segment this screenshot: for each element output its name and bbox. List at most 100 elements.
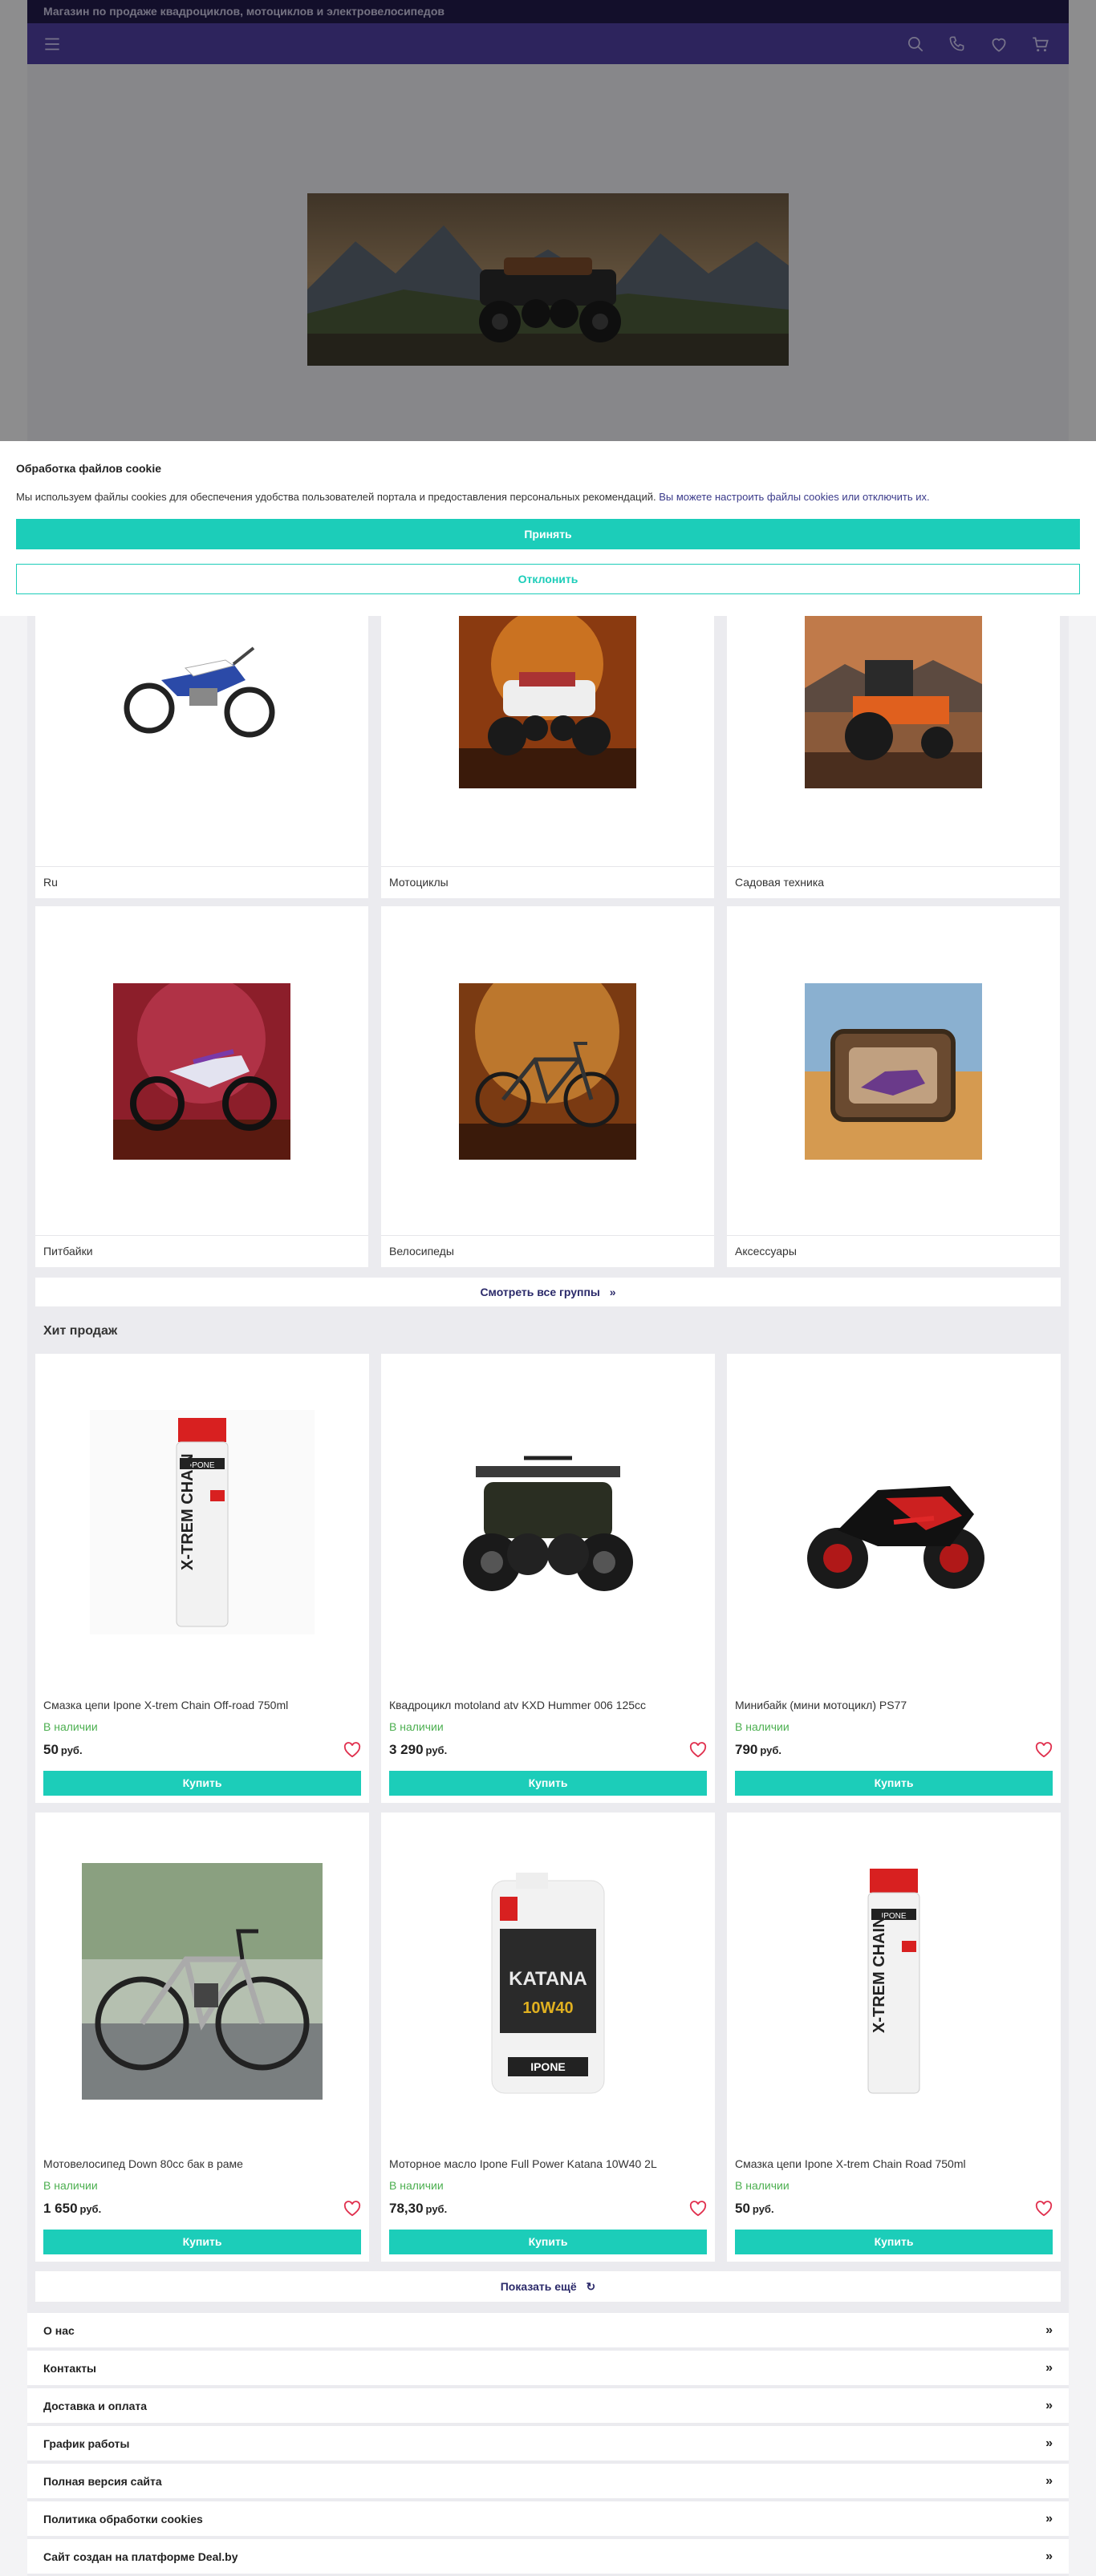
see-all-groups-label: Смотреть все группы — [480, 1286, 600, 1298]
product-price: 790 руб. — [735, 1742, 781, 1758]
price-currency: руб. — [760, 1744, 782, 1756]
category-card[interactable]: Мотоциклы — [381, 616, 714, 898]
category-name: Ru — [35, 866, 368, 898]
cookie-title: Обработка файлов cookie — [16, 462, 162, 475]
price-currency: руб. — [425, 2203, 448, 2215]
favorite-heart-icon[interactable] — [1035, 2201, 1053, 2217]
favorite-heart-icon[interactable] — [343, 1742, 361, 1758]
double-chevron-right-icon: » — [609, 1286, 616, 1298]
footer-link-label: Полная версия сайта — [43, 2475, 162, 2488]
show-more-label: Показать ещё — [500, 2280, 577, 2293]
double-chevron-right-icon: » — [1045, 2512, 1053, 2525]
product-price: 50 руб. — [43, 1742, 83, 1758]
chain-lube-offroad-image: IPONE X-TREM CHAIN — [35, 1354, 369, 1691]
cookie-settings-link[interactable]: Вы можете настроить файлы cookies или от… — [659, 491, 929, 503]
price-value: 50 — [735, 2201, 750, 2216]
buy-button[interactable]: Купить — [735, 2230, 1053, 2254]
price-value: 790 — [735, 1742, 758, 1757]
category-card[interactable]: Велосипеды — [381, 906, 714, 1267]
buy-button[interactable]: Купить — [389, 2230, 707, 2254]
see-all-groups-button[interactable]: Смотреть все группы » — [35, 1278, 1061, 1306]
svg-text:X-TREM CHAIN: X-TREM CHAIN — [871, 1916, 888, 2033]
footer-link-label: Контакты — [43, 2362, 97, 2375]
cookie-overlay — [0, 0, 1096, 441]
category-card[interactable]: Ru — [35, 616, 368, 898]
buy-button[interactable]: Купить — [43, 2230, 361, 2254]
product-card[interactable]: Минибайк (мини мотоцикл) PS77 В наличии … — [727, 1354, 1061, 1803]
footer-link-cookies-policy[interactable]: Политика обработки cookies » — [27, 2501, 1069, 2537]
product-name[interactable]: Минибайк (мини мотоцикл) PS77 — [735, 1699, 907, 1711]
footer-link-label: Сайт создан на платформе Deal.by — [43, 2550, 238, 2563]
footer-link-platform[interactable]: Сайт создан на платформе Deal.by » — [27, 2539, 1069, 2574]
footer-link-delivery[interactable]: Доставка и оплата » — [27, 2388, 1069, 2424]
product-name[interactable]: Смазка цепи Ipone X-trem Chain Road 750m… — [735, 2157, 966, 2170]
svg-text:IPONE: IPONE — [530, 2060, 566, 2073]
stock-status: В наличии — [735, 1720, 790, 1733]
buy-button[interactable]: Купить — [735, 1771, 1053, 1796]
stock-status: В наличии — [43, 2179, 98, 2192]
product-card[interactable]: Квадроцикл motoland atv KXD Hummer 006 1… — [381, 1354, 715, 1803]
footer-link-full-version[interactable]: Полная версия сайта » — [27, 2464, 1069, 2499]
svg-text:X-TREM CHAIN: X-TREM CHAIN — [179, 1453, 197, 1570]
footer-link-label: Политика обработки cookies — [43, 2513, 203, 2525]
favorite-heart-icon[interactable] — [689, 1742, 707, 1758]
price-value: 3 290 — [389, 1742, 424, 1757]
refresh-icon: ↻ — [586, 2280, 596, 2293]
footer-link-label: Доставка и оплата — [43, 2400, 148, 2412]
product-card[interactable]: Мотовелосипед Down 80cc бак в раме В нал… — [35, 1813, 369, 2262]
price-currency: руб. — [60, 1744, 83, 1756]
tractor-image — [805, 616, 982, 788]
footer-link-label: О нас — [43, 2324, 75, 2337]
product-price: 1 650 руб. — [43, 2201, 101, 2217]
buy-button[interactable]: Купить — [43, 1771, 361, 1796]
bicycle-image — [459, 983, 636, 1160]
product-name[interactable]: Смазка цепи Ipone X-trem Chain Off-road … — [43, 1699, 288, 1711]
footer-link-contacts[interactable]: Контакты » — [27, 2351, 1069, 2386]
cookie-description: Мы используем файлы cookies для обеспече… — [16, 491, 656, 503]
price-value: 50 — [43, 1742, 59, 1757]
product-price: 50 руб. — [735, 2201, 774, 2217]
double-chevron-right-icon: » — [1045, 2436, 1053, 2450]
price-currency: руб. — [752, 2203, 774, 2215]
product-name[interactable]: Моторное масло Ipone Full Power Katana 1… — [389, 2157, 657, 2170]
buy-button[interactable]: Купить — [389, 1771, 707, 1796]
category-name: Аксессуары — [727, 1235, 1060, 1267]
cookie-text: Мы используем файлы cookies для обеспече… — [16, 491, 1080, 503]
product-name[interactable]: Мотовелосипед Down 80cc бак в раме — [43, 2157, 243, 2170]
product-price: 3 290 руб. — [389, 1742, 447, 1758]
atv-hummer-image — [381, 1354, 715, 1691]
double-chevron-right-icon: » — [1045, 2361, 1053, 2375]
product-card[interactable]: KATANA 10W40 IPONE Моторное масло Ipone … — [381, 1813, 715, 2262]
show-more-button[interactable]: Показать ещё ↻ — [35, 2271, 1061, 2302]
product-name[interactable]: Квадроцикл motoland atv KXD Hummer 006 1… — [389, 1699, 646, 1711]
price-value: 1 650 — [43, 2201, 78, 2216]
category-name: Питбайки — [35, 1235, 368, 1267]
minibike-image — [727, 1354, 1061, 1691]
favorite-heart-icon[interactable] — [689, 2201, 707, 2217]
footer-link-schedule[interactable]: График работы » — [27, 2426, 1069, 2461]
product-card[interactable]: IPONE X-TREM CHAIN Смазка цепи Ipone X-t… — [35, 1354, 369, 1803]
double-chevron-right-icon: » — [1045, 2474, 1053, 2488]
motorbicycle-image — [35, 1813, 369, 2149]
pitbike-white-image — [113, 616, 290, 792]
favorite-heart-icon[interactable] — [1035, 1742, 1053, 1758]
product-card[interactable]: IPONE X-TREM CHAIN Смазка цепи Ipone X-t… — [727, 1813, 1061, 2262]
category-name: Велосипеды — [381, 1235, 714, 1267]
cookie-consent-banner: Обработка файлов cookie Мы используем фа… — [0, 441, 1096, 616]
category-card[interactable]: Садовая техника — [727, 616, 1060, 898]
double-chevron-right-icon: » — [1045, 2323, 1053, 2337]
cookie-decline-button[interactable]: Отклонить — [16, 564, 1080, 594]
section-title: Хит продаж — [43, 1324, 118, 1338]
svg-text:KATANA: KATANA — [509, 1968, 587, 1990]
footer-link-label: График работы — [43, 2437, 130, 2450]
category-card[interactable]: Аксессуары — [727, 906, 1060, 1267]
stock-status: В наличии — [735, 2179, 790, 2192]
stock-status: В наличии — [389, 2179, 444, 2192]
product-price: 78,30 руб. — [389, 2201, 447, 2217]
category-card[interactable]: Питбайки — [35, 906, 368, 1267]
favorite-heart-icon[interactable] — [343, 2201, 361, 2217]
cookie-accept-button[interactable]: Принять — [16, 519, 1080, 549]
footer-link-about[interactable]: О нас » — [27, 2313, 1069, 2348]
price-value: 78,30 — [389, 2201, 424, 2216]
stock-status: В наличии — [43, 1720, 98, 1733]
